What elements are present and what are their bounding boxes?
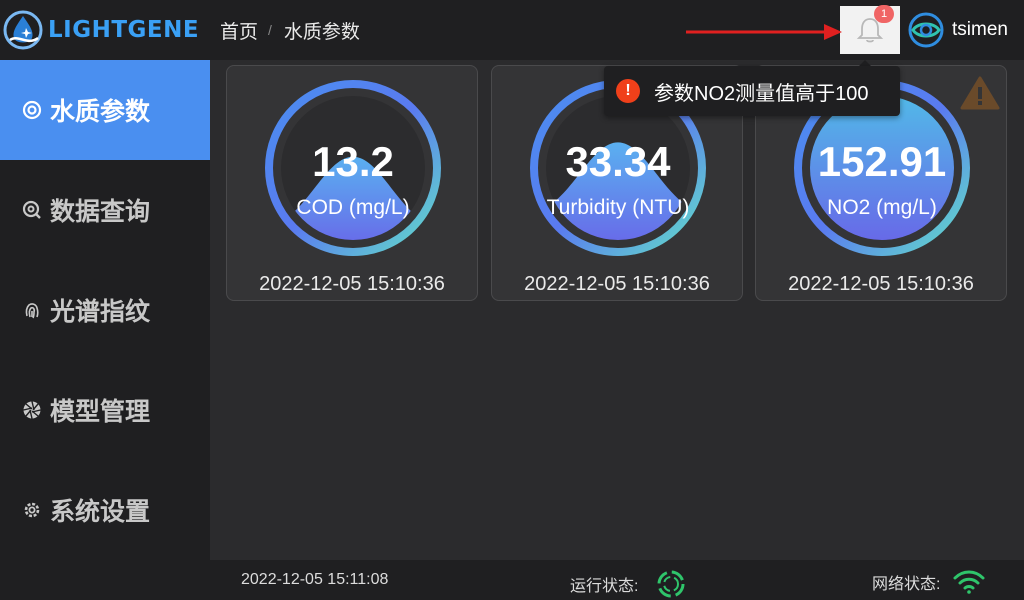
network-status-label: 网络状态: [872,576,941,593]
network-status: 网络状态: [872,569,986,595]
sidebar: LIGHTGENE 水质参数 数据查询 光谱指纹 模型管理 系统设置 [0,0,210,600]
water-drop-logo-icon [3,10,43,50]
card-timestamp: 2022-12-05 15:10:36 [259,273,445,295]
sidebar-item-spectral-fingerprint[interactable]: 光谱指纹 [0,260,210,360]
aperture-icon [23,401,41,419]
eye-logo-icon [908,12,944,48]
brand-logo: LIGHTGENE [0,0,210,60]
gauge-label: NO2 (mg/L) [827,196,937,219]
warning-icon [960,76,1000,110]
top-header: 首页 / 水质参数 1 tsimen [210,0,1024,60]
running-spinner-icon [657,570,685,598]
breadcrumb-home[interactable]: 首页 [220,17,258,44]
run-status-label: 运行状态: [570,578,639,595]
gauge-label: COD (mg/L) [296,196,410,219]
card-timestamp: 2022-12-05 15:10:36 [524,273,710,295]
gear-icon [24,502,40,518]
main-content: 13.2 COD (mg/L) 2022-12-05 15:10:36 33.3… [210,60,1024,560]
target-icon [22,100,42,120]
user-menu[interactable]: tsimen [908,0,1008,60]
search-icon [22,200,41,219]
sidebar-item-water-quality[interactable]: 水质参数 [0,60,210,160]
wifi-icon [953,570,985,594]
alert-popover: ! 参数NO2测量值高于100 [604,66,900,116]
parameter-card-cod[interactable]: 13.2 COD (mg/L) 2022-12-05 15:10:36 [226,65,478,301]
annotation-arrow-icon [686,24,842,40]
gauge-value: 152.91 [817,138,947,185]
sidebar-nav: 水质参数 数据查询 光谱指纹 模型管理 系统设置 [0,60,210,560]
card-timestamp: 2022-12-05 15:10:36 [788,273,974,295]
breadcrumb: 首页 / 水质参数 [220,0,360,60]
status-bar: 2022-12-05 15:11:08 运行状态: 网络状态: [210,560,1024,600]
breadcrumb-current: 水质参数 [283,21,360,43]
gauge-value: 33.34 [565,138,671,185]
sidebar-item-system-settings[interactable]: 系统设置 [0,460,210,560]
sidebar-item-label: 系统设置 [50,498,151,526]
brand-name: LIGHTGENE [48,17,200,43]
sidebar-item-label: 光谱指纹 [50,298,151,326]
sidebar-item-label: 水质参数 [50,98,151,126]
notification-badge: 1 [874,5,894,23]
alert-message: 参数NO2测量值高于100 [654,82,869,105]
breadcrumb-separator: / [268,22,272,38]
current-time: 2022-12-05 15:11:08 [241,571,389,588]
fingerprint-icon [25,303,39,319]
user-name: tsimen [952,19,1008,40]
exclamation-icon: ! [616,79,640,103]
gauge-label: Turbidity (NTU) [546,196,690,219]
sidebar-item-label: 数据查询 [50,198,151,226]
sidebar-item-label: 模型管理 [50,398,151,426]
gauge-value: 13.2 [312,138,394,185]
run-status: 运行状态: [570,569,686,599]
sidebar-item-data-query[interactable]: 数据查询 [0,160,210,260]
liquid-gauge: 13.2 COD (mg/L) [263,78,443,258]
sidebar-item-model-management[interactable]: 模型管理 [0,360,210,460]
